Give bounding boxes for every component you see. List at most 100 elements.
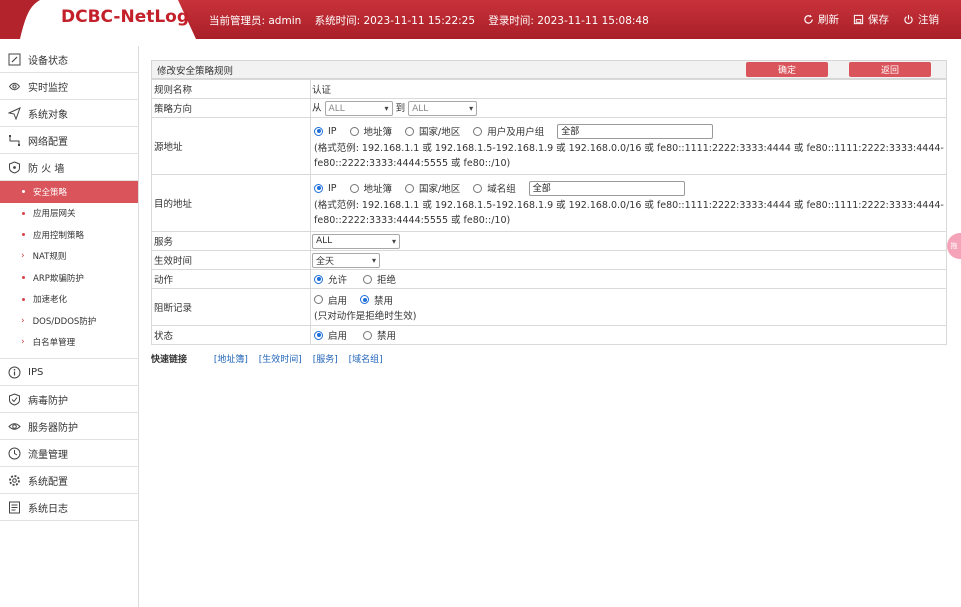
sidebar-item-ips[interactable]: IPS bbox=[0, 359, 138, 386]
submenu-nat-rules[interactable]: › NAT规则 bbox=[0, 246, 138, 268]
back-button[interactable]: 返回 bbox=[849, 62, 931, 77]
quick-links: 快速链接 [地址簿] [生效时间] [服务] [域名组] bbox=[151, 352, 391, 365]
dst-radio-country[interactable]: 国家/地区 bbox=[405, 181, 460, 195]
block-radio-enable[interactable]: 启用 bbox=[314, 293, 347, 307]
submenu-label: 应用控制策略 bbox=[33, 230, 85, 241]
submenu-app-control[interactable]: 应用控制策略 bbox=[0, 224, 138, 246]
status-radio-disable[interactable]: 禁用 bbox=[363, 328, 396, 342]
top-header: DCBC-NetLog 当前管理员: admin 系统时间: 2023-11-1… bbox=[0, 0, 961, 39]
floating-side-tab[interactable]: 拖 bbox=[947, 233, 961, 259]
ok-button[interactable]: 确定 bbox=[746, 62, 828, 77]
sidebar-item-server-protection[interactable]: 服务器防护 bbox=[0, 413, 138, 440]
network-icon bbox=[8, 134, 21, 147]
block-radio-disable[interactable]: 禁用 bbox=[360, 293, 393, 307]
src-radio-ip[interactable]: IP bbox=[314, 126, 337, 137]
destination-address-label: 目的地址 bbox=[151, 174, 311, 232]
rule-name-value: 认证 bbox=[310, 79, 947, 99]
effective-time-label: 生效时间 bbox=[151, 250, 311, 270]
location-icon bbox=[8, 80, 21, 93]
submenu-label: ARP欺骗防护 bbox=[33, 273, 84, 284]
action-radio-deny[interactable]: 拒绝 bbox=[363, 272, 396, 286]
log-icon bbox=[8, 501, 21, 514]
bullet-icon bbox=[22, 190, 25, 194]
dst-address-input[interactable]: 全部 bbox=[528, 180, 685, 196]
chevron-right-icon: › bbox=[21, 337, 25, 348]
submenu-arp-protection[interactable]: ARP欺骗防护 bbox=[0, 267, 138, 289]
src-hint-1: (格式范例: 192.168.1.1 或 192.168.1.5-192.168… bbox=[314, 142, 944, 154]
header-info: 当前管理员: admin 系统时间: 2023-11-11 15:22:25 登… bbox=[209, 13, 659, 28]
dst-radio-ip[interactable]: IP bbox=[314, 183, 337, 194]
sidebar-item-label: 防 火 墙 bbox=[28, 163, 65, 175]
submenu-accel-aging[interactable]: 加速老化 bbox=[0, 289, 138, 311]
chevron-right-icon: › bbox=[21, 315, 25, 326]
dst-radio-domain-group[interactable]: 域名组 bbox=[473, 181, 516, 195]
row-block-log: 阻断记录 启用 禁用 (只对动作是拒绝时生效) bbox=[151, 288, 947, 326]
row-source-address: 源地址 IP 地址簿 国家/地区 用户及用户组 全部 (格式范例: 192.16… bbox=[151, 117, 947, 175]
row-status: 状态 启用 禁用 bbox=[151, 325, 947, 345]
edit-icon bbox=[8, 53, 21, 66]
to-select-value: ALL bbox=[412, 103, 429, 114]
link-domain-group[interactable]: [域名组] bbox=[349, 355, 383, 365]
chevron-down-icon: ▾ bbox=[391, 236, 396, 246]
link-service[interactable]: [服务] bbox=[313, 355, 338, 365]
sidebar-item-label: 实时监控 bbox=[28, 82, 68, 94]
logo-text: DCBC-NetLog bbox=[61, 7, 190, 27]
save-button[interactable]: 保存 bbox=[853, 12, 889, 27]
submenu-whitelist[interactable]: › 白名单管理 bbox=[0, 332, 138, 354]
submenu-app-gateway[interactable]: 应用层网关 bbox=[0, 203, 138, 225]
submenu-dos-ddos[interactable]: › DOS/DDOS防护 bbox=[0, 310, 138, 332]
block-hint: (只对动作是拒绝时生效) bbox=[314, 310, 417, 322]
firewall-submenu: 安全策略 应用层网关 应用控制策略 › NAT规则 ARP欺骗防护 加速老化 › D… bbox=[0, 181, 138, 359]
action-label: 动作 bbox=[151, 269, 311, 289]
sidebar: 设备状态 实时监控 系统对象 网络配置 防 火 墙 安全策略 应用层网关 应用控… bbox=[0, 46, 139, 607]
sidebar-item-antivirus[interactable]: 病毒防护 bbox=[0, 386, 138, 413]
rule-name-label: 规则名称 bbox=[151, 79, 311, 99]
form-title-bar: 修改安全策略规则 确定 返回 bbox=[151, 60, 947, 79]
shield-icon bbox=[8, 160, 21, 174]
link-address-book[interactable]: [地址簿] bbox=[214, 355, 248, 365]
src-address-input[interactable]: 全部 bbox=[557, 123, 714, 139]
gear-icon bbox=[8, 474, 21, 487]
service-select[interactable]: ALL ▾ bbox=[312, 233, 400, 249]
sidebar-item-realtime-monitor[interactable]: 实时监控 bbox=[0, 73, 138, 100]
sidebar-item-firewall[interactable]: 防 火 墙 bbox=[0, 154, 138, 181]
service-label: 服务 bbox=[151, 231, 311, 251]
login-time: 登录时间: 2023-11-11 15:08:48 bbox=[488, 15, 649, 27]
sidebar-item-label: IPS bbox=[28, 366, 44, 378]
form-title: 修改安全策略规则 bbox=[157, 65, 234, 77]
status-radio-enable[interactable]: 启用 bbox=[314, 328, 347, 342]
src-radio-address-book[interactable]: 地址簿 bbox=[349, 124, 392, 138]
submenu-security-policy[interactable]: 安全策略 bbox=[0, 181, 138, 203]
logout-button[interactable]: 注销 bbox=[903, 12, 939, 27]
sidebar-item-system-log[interactable]: 系统日志 bbox=[0, 494, 138, 521]
eye-icon bbox=[8, 420, 21, 433]
sidebar-item-traffic[interactable]: 流量管理 bbox=[0, 440, 138, 467]
dst-radio-address-book[interactable]: 地址簿 bbox=[349, 181, 392, 195]
to-select[interactable]: ALL ▾ bbox=[408, 101, 478, 116]
sidebar-item-label: 系统对象 bbox=[28, 109, 68, 121]
to-label: 到 bbox=[395, 103, 406, 114]
link-effective-time[interactable]: [生效时间] bbox=[259, 355, 302, 365]
action-radio-allow[interactable]: 允许 bbox=[314, 272, 347, 286]
chevron-down-icon: ▾ bbox=[384, 104, 389, 113]
send-icon bbox=[8, 106, 21, 120]
sidebar-item-system-objects[interactable]: 系统对象 bbox=[0, 100, 138, 127]
from-select[interactable]: ALL ▾ bbox=[324, 101, 393, 116]
bullet-icon bbox=[22, 276, 25, 280]
info-icon bbox=[8, 366, 21, 379]
row-service: 服务 ALL ▾ bbox=[151, 231, 947, 251]
chevron-down-icon: ▾ bbox=[469, 104, 474, 113]
refresh-button[interactable]: 刷新 bbox=[803, 12, 839, 27]
time-select[interactable]: 全天 ▾ bbox=[312, 252, 380, 268]
sidebar-item-system-config[interactable]: 系统配置 bbox=[0, 467, 138, 494]
src-radio-country[interactable]: 国家/地区 bbox=[405, 124, 460, 138]
status-label: 状态 bbox=[151, 325, 311, 345]
row-action: 动作 允许 拒绝 bbox=[151, 269, 947, 289]
sidebar-item-device-status[interactable]: 设备状态 bbox=[0, 46, 138, 73]
header-actions: 刷新 保存 注销 bbox=[803, 12, 939, 27]
from-select-value: ALL bbox=[328, 103, 345, 114]
refresh-label: 刷新 bbox=[818, 14, 839, 26]
sidebar-item-network-config[interactable]: 网络配置 bbox=[0, 127, 138, 154]
bullet-icon bbox=[22, 297, 25, 301]
src-radio-user-group[interactable]: 用户及用户组 bbox=[473, 124, 544, 138]
